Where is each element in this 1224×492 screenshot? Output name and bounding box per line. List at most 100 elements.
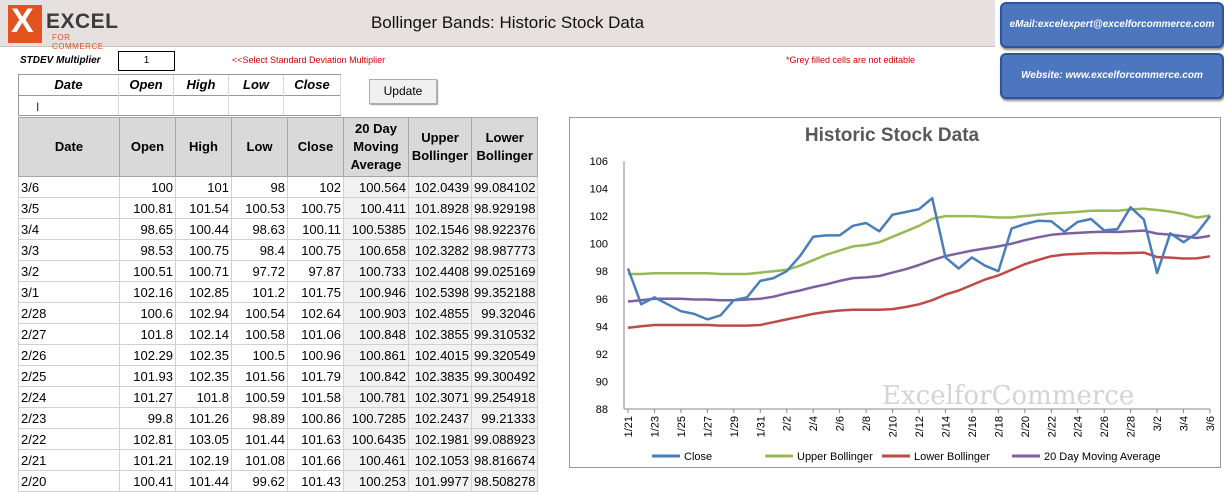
entry-low-cell[interactable] (229, 95, 284, 115)
table-cell[interactable]: 3/3 (18, 239, 120, 261)
table-cell[interactable]: 98.89 (231, 407, 288, 429)
table-cell[interactable]: 101.08 (231, 449, 288, 471)
table-cell[interactable]: 2/20 (18, 470, 120, 492)
table-cell[interactable]: 101.44 (231, 428, 288, 450)
table-cell[interactable]: 100.75 (175, 239, 232, 261)
table-cell[interactable]: 100 (119, 176, 176, 198)
table-cell[interactable]: 100.6 (119, 302, 176, 324)
table-cell[interactable]: 101 (175, 176, 232, 198)
table-cell[interactable]: 100.5 (231, 344, 288, 366)
table-cell[interactable]: 102.64 (287, 302, 344, 324)
table-cell[interactable]: 3/1 (18, 281, 120, 303)
table-cell[interactable]: 101.27 (119, 386, 176, 408)
table-cell[interactable]: 98 (231, 176, 288, 198)
table-cell[interactable]: 102.35 (175, 344, 232, 366)
table-cell[interactable]: 101.21 (119, 449, 176, 471)
table-cell: 100.7285 (343, 407, 409, 429)
table-cell[interactable]: 101.58 (287, 386, 344, 408)
table-cell[interactable]: 100.54 (231, 302, 288, 324)
table-cell[interactable]: 98.63 (231, 218, 288, 240)
table-cell[interactable]: 102.14 (175, 323, 232, 345)
table-cell[interactable]: 102.19 (175, 449, 232, 471)
update-button[interactable]: Update (369, 79, 437, 104)
table-cell[interactable]: 100.58 (231, 323, 288, 345)
table-cell[interactable]: 102.81 (119, 428, 176, 450)
table-cell[interactable]: 3/5 (18, 197, 120, 219)
entry-input-row[interactable] (18, 95, 341, 116)
table-cell[interactable]: 2/22 (18, 428, 120, 450)
table-cell[interactable]: 102 (287, 176, 344, 198)
x-tick-label: 2/22 (1046, 416, 1058, 437)
entry-high-cell[interactable] (174, 95, 229, 115)
table-cell: 102.4855 (408, 302, 472, 324)
table-cell[interactable]: 101.56 (231, 365, 288, 387)
table-cell[interactable]: 100.44 (175, 218, 232, 240)
stdev-multiplier-input[interactable]: 1 (118, 51, 175, 71)
table-cell[interactable]: 3/6 (18, 176, 120, 198)
table-cell[interactable]: 98.4 (231, 239, 288, 261)
table-cell: 99.084102 (470, 176, 539, 198)
col-header-date: Date (18, 117, 120, 177)
table-cell[interactable]: 101.2 (231, 281, 288, 303)
table-cell[interactable]: 3/4 (18, 218, 120, 240)
entry-date-cell[interactable] (19, 95, 119, 115)
table-cell[interactable]: 102.85 (175, 281, 232, 303)
website-button[interactable]: Website: www.excelforcommerce.com (1000, 53, 1224, 99)
table-cell[interactable]: 99.8 (119, 407, 176, 429)
table-row: 3/2 100.51 100.71 97.72 97.87 100.733 102.4408… (18, 260, 539, 282)
entry-open-cell[interactable] (119, 95, 174, 115)
table-cell[interactable]: 2/26 (18, 344, 120, 366)
table-cell[interactable]: 2/25 (18, 365, 120, 387)
table-row: 2/20 100.41 101.44 99.62 101.43 100.253 101.99… (18, 470, 539, 492)
table-cell[interactable]: 101.26 (175, 407, 232, 429)
table-cell[interactable]: 2/21 (18, 449, 120, 471)
table-cell[interactable]: 100.96 (287, 344, 344, 366)
table-cell[interactable]: 101.44 (175, 470, 232, 492)
table-cell[interactable]: 2/27 (18, 323, 120, 345)
table-cell[interactable]: 2/24 (18, 386, 120, 408)
table-cell[interactable]: 98.53 (119, 239, 176, 261)
table-cell[interactable]: 100.81 (119, 197, 176, 219)
table-cell[interactable]: 101.43 (287, 470, 344, 492)
table-row: 3/4 98.65 100.44 98.63 100.11 100.5385 102.154… (18, 218, 539, 240)
table-cell[interactable]: 99.62 (231, 470, 288, 492)
table-cell[interactable]: 98.65 (119, 218, 176, 240)
table-cell[interactable]: 102.29 (119, 344, 176, 366)
x-tick-label: 2/18 (993, 416, 1005, 437)
table-cell[interactable]: 97.87 (287, 260, 344, 282)
email-button[interactable]: eMail:excelexpert@excelforcommerce.com (1000, 2, 1224, 48)
table-cell[interactable]: 97.72 (231, 260, 288, 282)
table-cell[interactable]: 101.8 (119, 323, 176, 345)
table-cell[interactable]: 100.86 (287, 407, 344, 429)
table-cell[interactable]: 101.54 (175, 197, 232, 219)
table-cell[interactable]: 100.53 (231, 197, 288, 219)
entry-header-close: Close (284, 75, 341, 95)
table-cell[interactable]: 100.75 (287, 239, 344, 261)
y-tick-label: 88 (596, 404, 608, 416)
table-cell[interactable]: 103.05 (175, 428, 232, 450)
table-cell[interactable]: 100.71 (175, 260, 232, 282)
table-cell[interactable]: 101.66 (287, 449, 344, 471)
table-cell[interactable]: 101.75 (287, 281, 344, 303)
table-cell[interactable]: 101.06 (287, 323, 344, 345)
table-cell[interactable]: 100.75 (287, 197, 344, 219)
table-cell[interactable]: 3/2 (18, 260, 120, 282)
table-cell[interactable]: 2/28 (18, 302, 120, 324)
table-cell[interactable]: 102.35 (175, 365, 232, 387)
table-cell[interactable]: 100.41 (119, 470, 176, 492)
chart-watermark: ExcelforCommerce (882, 381, 1134, 411)
table-cell[interactable]: 100.11 (287, 218, 344, 240)
table-cell[interactable]: 2/23 (18, 407, 120, 429)
y-tick-label: 102 (590, 211, 608, 223)
table-cell[interactable]: 101.8 (175, 386, 232, 408)
table-cell[interactable]: 100.51 (119, 260, 176, 282)
table-cell[interactable]: 101.93 (119, 365, 176, 387)
table-cell[interactable]: 101.79 (287, 365, 344, 387)
table-cell[interactable]: 102.94 (175, 302, 232, 324)
table-cell[interactable]: 102.16 (119, 281, 176, 303)
table-cell[interactable]: 100.59 (231, 386, 288, 408)
entry-close-cell[interactable] (284, 95, 341, 115)
table-cell[interactable]: 101.63 (287, 428, 344, 450)
table-cell: 99.300492 (470, 365, 539, 387)
x-tick-label: 2/14 (940, 416, 952, 437)
